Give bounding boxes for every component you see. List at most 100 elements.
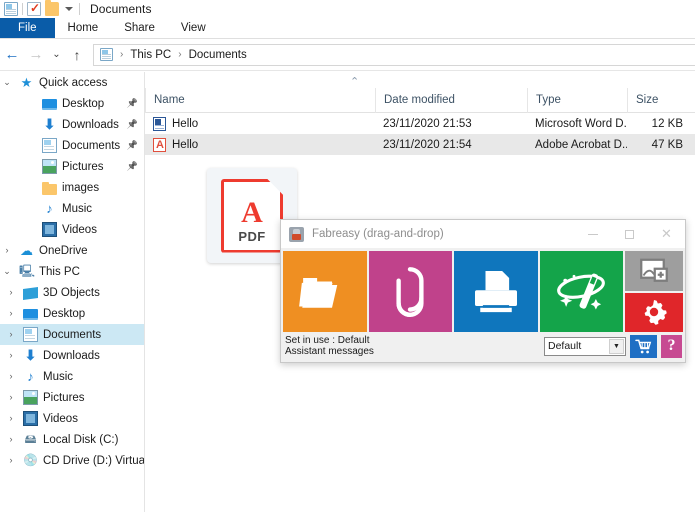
attach-paperclip-button[interactable] (368, 251, 452, 332)
window-title-bar: Documents (0, 0, 695, 18)
sidebar-item-images[interactable]: images (0, 177, 144, 198)
desktop-icon (42, 99, 57, 110)
buy-credits-button[interactable] (630, 334, 657, 358)
disk-icon: 🖴 (24, 432, 37, 446)
pin-icon[interactable]: 📌 (127, 98, 138, 109)
chevron-right-icon[interactable]: › (4, 408, 18, 429)
sidebar-item-videos[interactable]: › Videos (0, 408, 144, 429)
sidebar-item-music[interactable]: › ♪ Music (0, 366, 144, 387)
minimize-button[interactable] (574, 220, 611, 248)
chevron-right-icon[interactable]: › (4, 324, 18, 345)
sidebar-item-documents[interactable]: Documents 📌 (0, 135, 144, 156)
breadcrumb-documents[interactable]: Documents (189, 49, 247, 61)
pin-icon[interactable]: 📌 (127, 161, 138, 172)
breadcrumb-documents-icon (100, 48, 113, 61)
cd-drive-icon: 💿 (23, 453, 38, 467)
downloads-icon: ⬇ (43, 116, 56, 132)
chevron-right-icon[interactable]: › (4, 387, 18, 408)
settings-button[interactable] (625, 292, 683, 332)
sidebar-item-label: This PC (39, 265, 80, 278)
close-icon[interactable]: ✕ (648, 220, 685, 248)
print-button[interactable] (454, 251, 538, 332)
tab-view[interactable]: View (168, 18, 219, 38)
add-image-button[interactable] (625, 251, 683, 291)
word-doc-icon (153, 116, 166, 131)
pdf-label: PDF (238, 228, 266, 244)
sidebar-item-downloads[interactable]: › ⬇ Downloads (0, 345, 144, 366)
tab-file[interactable]: File (0, 18, 55, 38)
file-name-cell: Hello (145, 137, 375, 152)
back-button[interactable]: ← (0, 43, 24, 67)
chevron-right-icon[interactable]: › (4, 429, 18, 450)
sidebar-item-cd-drive-d-virtual[interactable]: › 💿 CD Drive (D:) Virtual (0, 450, 145, 471)
sidebar-item-local-disk-c[interactable]: › 🖴 Local Disk (C:) (0, 429, 144, 450)
chevron-down-icon[interactable]: ⌄ (0, 261, 14, 282)
pin-icon[interactable]: 📌 (127, 140, 138, 151)
sidebar-item-label: OneDrive (39, 244, 88, 257)
fabreasy-title: Fabreasy (drag-and-drop) (312, 228, 444, 240)
sidebar-item-onedrive[interactable]: › ☁ OneDrive (0, 240, 144, 261)
profile-select[interactable]: Default ▼ (544, 336, 626, 356)
sidebar-item-music[interactable]: ♪ Music (0, 198, 144, 219)
fabreasy-title-bar[interactable]: Fabreasy (drag-and-drop) ✕ (281, 220, 685, 249)
table-row[interactable]: Hello 23/11/2020 21:53 Microsoft Word D.… (145, 113, 695, 134)
chevron-right-icon[interactable]: › (4, 282, 18, 303)
sidebar-item-desktop[interactable]: Desktop 📌 (0, 93, 144, 114)
sidebar-item-label: Pictures (62, 160, 104, 173)
help-button[interactable]: ? (661, 334, 682, 358)
customize-chevron-down-icon[interactable] (63, 3, 75, 15)
new-checked-doc-icon[interactable] (27, 1, 41, 16)
titlebar-divider-2 (79, 3, 80, 15)
sidebar-item-label: Videos (62, 223, 97, 236)
chevron-right-icon[interactable]: › (4, 303, 18, 324)
sidebar-item-desktop[interactable]: › Desktop (0, 303, 144, 324)
sidebar-item-pictures[interactable]: Pictures 📌 (0, 156, 144, 177)
sidebar-item-this-pc[interactable]: ⌄ 🖳 This PC (0, 261, 144, 282)
profile-select-value: Default (548, 340, 582, 352)
documents-properties-icon[interactable] (4, 2, 18, 16)
column-header-type[interactable]: Type (527, 87, 627, 113)
sidebar-item-label: images (62, 181, 100, 194)
recent-locations-button[interactable]: ⌄ (48, 43, 65, 67)
desktop-icon (23, 309, 38, 320)
column-header-date-modified[interactable]: Date modified (375, 87, 527, 113)
documents-icon (23, 327, 38, 342)
column-header-size[interactable]: Size (627, 87, 695, 113)
tab-home[interactable]: Home (55, 18, 112, 38)
folder-icon (42, 181, 57, 195)
chevron-right-icon[interactable]: › (4, 450, 18, 471)
navigation-pane: ⌄ ★ Quick access Desktop 📌 ⬇ Downloads 📌 Documen… (0, 72, 144, 512)
shopping-cart-icon (635, 339, 652, 353)
pictures-icon (42, 159, 57, 174)
forward-button[interactable]: → (24, 43, 48, 67)
address-input[interactable]: › This PC › Documents (93, 43, 695, 66)
magic-wand-button[interactable] (539, 251, 623, 332)
sidebar-item-downloads[interactable]: ⬇ Downloads 📌 (0, 114, 144, 135)
sidebar-item-label: Downloads (43, 349, 100, 362)
sidebar-item-label: Pictures (43, 391, 85, 404)
new-folder-icon[interactable] (45, 0, 59, 16)
chevron-right-icon[interactable]: › (4, 366, 18, 387)
chevron-right-icon[interactable]: › (0, 240, 14, 261)
chevron-down-icon[interactable]: ▼ (609, 338, 624, 354)
open-folder-button[interactable] (283, 251, 367, 332)
sidebar-item-quick-access[interactable]: ⌄ ★ Quick access (0, 72, 144, 93)
sidebar-item-documents[interactable]: › Documents (0, 324, 144, 345)
chevron-right-icon[interactable]: › (4, 345, 18, 366)
tab-share[interactable]: Share (111, 18, 168, 38)
sidebar-item-pictures[interactable]: › Pictures (0, 387, 144, 408)
table-row[interactable]: Hello 23/11/2020 21:54 Adobe Acrobat D..… (145, 134, 695, 155)
videos-icon (23, 411, 38, 426)
downloads-icon: ⬇ (24, 347, 37, 363)
sidebar-item-3d-objects[interactable]: › 3D Objects (0, 282, 144, 303)
maximize-button[interactable] (611, 220, 648, 248)
sidebar-item-label: Videos (43, 412, 78, 425)
pin-icon[interactable]: 📌 (127, 119, 138, 130)
up-button[interactable]: ↑ (65, 43, 89, 67)
sidebar-item-videos[interactable]: Videos (0, 219, 144, 240)
breadcrumb-this-pc[interactable]: This PC (130, 49, 171, 61)
address-bar: ← → ⌄ ↑ › This PC › Documents (0, 39, 695, 71)
status-line-2: Assistant messages (285, 346, 374, 357)
chevron-down-icon[interactable]: ⌄ (0, 72, 14, 93)
column-header-name[interactable]: Name (145, 87, 375, 113)
